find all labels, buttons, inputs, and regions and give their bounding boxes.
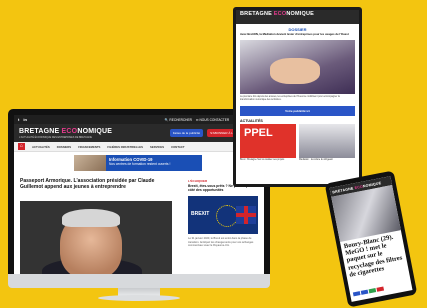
advertise-button[interactable]: Faites de la publicité: [169, 129, 204, 137]
monitor-chin: [8, 274, 270, 288]
nav-item-financements[interactable]: FINANCEMENTS: [78, 145, 100, 149]
nav-item-services[interactable]: SERVICES: [150, 145, 164, 149]
twitter-icon[interactable]: t: [18, 117, 19, 122]
desktop-monitor: t in 🔍 RECHERCHER ✉ NOUS CONTACTER 👤 MON…: [8, 109, 270, 274]
tablet-text: La première fois depuis des années, les …: [240, 95, 340, 101]
phone-screen: BRETAGNE ECONOMIQUE Boury-Blanc (29). Me…: [329, 176, 413, 302]
covid-banner[interactable]: Information COVID-19 Nos centres de form…: [74, 155, 202, 171]
search-link[interactable]: 🔍 RECHERCHER: [165, 118, 192, 122]
site-logo[interactable]: BRETAGNE ECONOMIQUE L'ACTUALITÉ ÉCONOMIQ…: [19, 128, 112, 139]
tablet-caption-2[interactable]: Médiation : la culture du dirigeant: [299, 159, 355, 162]
uk-flag-icon: [236, 206, 256, 225]
article-photo[interactable]: [20, 201, 172, 274]
brand-row: BRETAGNE ECONOMIQUE L'ACTUALITÉ ÉCONOMIQ…: [14, 124, 264, 142]
tablet-screen: BRETAGNE ECONOMIQUE DOSSIER Avec BretiON…: [236, 10, 359, 184]
tablet-thumb-1[interactable]: PPEL: [240, 123, 296, 158]
banner-image: [74, 155, 106, 171]
tablet-brand[interactable]: BRETAGNE ECONOMIQUE: [236, 10, 359, 24]
nav-item-actualites[interactable]: ACTUALITÉS: [32, 145, 50, 149]
sidebar-text: Le 31 janvier 2020, le Brexit est entré …: [188, 237, 254, 248]
tablet-photo[interactable]: [240, 39, 355, 94]
facebook-icon[interactable]: [352, 291, 361, 297]
sidebar: L'ÉCHIQUIER Brexit, êtes-vous prêts ? Ne…: [188, 179, 258, 248]
mail-icon[interactable]: [376, 286, 385, 292]
desktop-screen: t in 🔍 RECHERCHER ✉ NOUS CONTACTER 👤 MON…: [14, 115, 264, 274]
banner-subtitle: Nos centres de formation restent ouverts…: [109, 162, 171, 166]
brexit-label: BREXIT: [191, 211, 210, 218]
phone-device: BRETAGNE ECONOMIQUE Boury-Blanc (29). Me…: [324, 170, 418, 308]
home-icon[interactable]: ⌂: [18, 143, 25, 150]
contact-link[interactable]: ✉ NOUS CONTACTER: [196, 118, 229, 122]
tablet-ad-banner[interactable]: Votre publicité ici: [240, 105, 355, 116]
tablet-headline[interactable]: Avec BretiON, la Médiation devient levie…: [236, 32, 359, 38]
main-nav: ⌂ ACTUALITÉS DOSSIERS FINANCEMENTS FILIÈ…: [14, 142, 264, 152]
nav-item-filieres[interactable]: FILIÈRES INDUSTRIELLES: [107, 145, 143, 149]
phone-share-bar: [352, 286, 385, 297]
top-bar: t in 🔍 RECHERCHER ✉ NOUS CONTACTER 👤 MON…: [14, 115, 264, 124]
article-title[interactable]: Passeport Armorique. L'association prési…: [20, 178, 170, 191]
whatsapp-icon[interactable]: [368, 288, 377, 294]
tablet-device: BRETAGNE ECONOMIQUE DOSSIER Avec BretiON…: [233, 7, 362, 187]
twitter-share-icon[interactable]: [360, 289, 369, 295]
tablet-caption-1[interactable]: Brest : Bretagne Sud va réaliser ses pro…: [240, 159, 296, 162]
brexit-image[interactable]: BREXIT: [188, 196, 258, 235]
nav-item-dossiers[interactable]: DOSSIERS: [57, 145, 71, 149]
eu-flag-icon: [216, 205, 238, 228]
tablet-thumb-2[interactable]: [299, 123, 355, 158]
site-tagline: L'ACTUALITÉ ÉCONOMIQUE DES ENTREPRISES D…: [19, 135, 92, 139]
linkedin-icon[interactable]: in: [23, 117, 27, 122]
nav-item-contact[interactable]: CONTACT: [171, 145, 184, 149]
monitor-foot: [98, 295, 180, 301]
